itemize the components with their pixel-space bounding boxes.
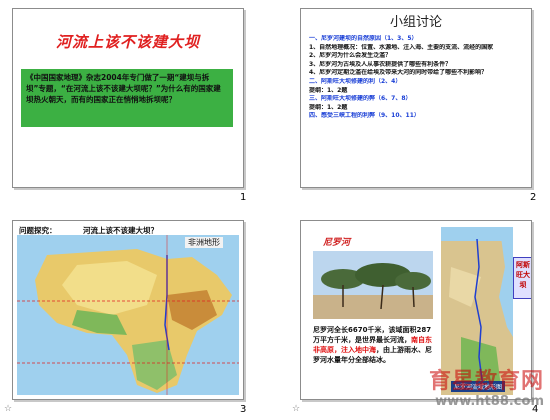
slide-4-description: 尼罗河全长6670千米，该域面积287万平方千米，是世界最长河流，南自东非高原，…	[313, 325, 433, 365]
list-item: 1、自然地理概况：位置、水源地、注入海、主要的支流、流经的国家	[309, 43, 494, 51]
slide-3-number: 3	[240, 404, 247, 415]
slide-2-number: 2	[530, 192, 537, 203]
list-item: 四、感受三峡工程的利弊（9、10、11）	[309, 112, 420, 120]
slide-1[interactable]: 河流上该不该建大坝 《中国国家地理》杂志2004年专门做了一期“建坝与拆坝”专题…	[12, 8, 244, 188]
star-icon: ☆	[4, 404, 13, 414]
slide-1-number: 1	[240, 192, 247, 203]
star-icon: ☆	[292, 404, 301, 414]
list-item: 提纲：1、2题	[309, 86, 348, 94]
watermark-url: www.ht88.com	[435, 394, 544, 409]
list-item: 三、阿斯旺大坝修建的弊（6、7、8）	[309, 95, 412, 103]
list-item: 4、尼罗河定期泛滥在给埃及带来大河的同时带给了哪些不利影响？	[309, 69, 488, 77]
list-item: 3、尼罗河为古埃及人从事农耕提供了哪些有利条件？	[309, 60, 452, 68]
list-item: 2、尼罗河为什么会发生泛滥？	[309, 52, 392, 60]
list-item: 提纲：1、2题	[309, 103, 348, 111]
acacia-tree-photo	[313, 251, 433, 319]
slide-1-body: 《中国国家地理》杂志2004年专门做了一期“建坝与拆坝”专题，“在河流上该不该建…	[21, 69, 233, 127]
slide-4-title: 尼罗河	[323, 238, 351, 248]
slide-3[interactable]: 问题探究： 河流上该不该建大坝？ 非洲地形	[12, 220, 244, 400]
watermark-brand: 育星教育网	[428, 368, 544, 394]
slide-2[interactable]: 小组讨论 一、尼罗河建坝的自然原因（1、3、5） 1、自然地理概况：位置、水源地…	[300, 8, 532, 188]
slide-1-title: 河流上该不该建大坝	[55, 33, 200, 51]
aswan-dam-badge: 阿斯旺大坝	[513, 257, 531, 299]
africa-relief-map	[17, 235, 239, 395]
list-item: 二、阿斯旺大坝修建的利（2、4）	[309, 77, 402, 85]
slide-2-title: 小组讨论	[389, 15, 442, 30]
slide-2-list: 一、尼罗河建坝的自然原因（1、3、5） 1、自然地理概况：位置、水源地、注入海、…	[309, 35, 527, 121]
map-title: 非洲地形	[185, 237, 223, 248]
list-item: 一、尼罗河建坝的自然原因（1、3、5）	[309, 35, 418, 42]
